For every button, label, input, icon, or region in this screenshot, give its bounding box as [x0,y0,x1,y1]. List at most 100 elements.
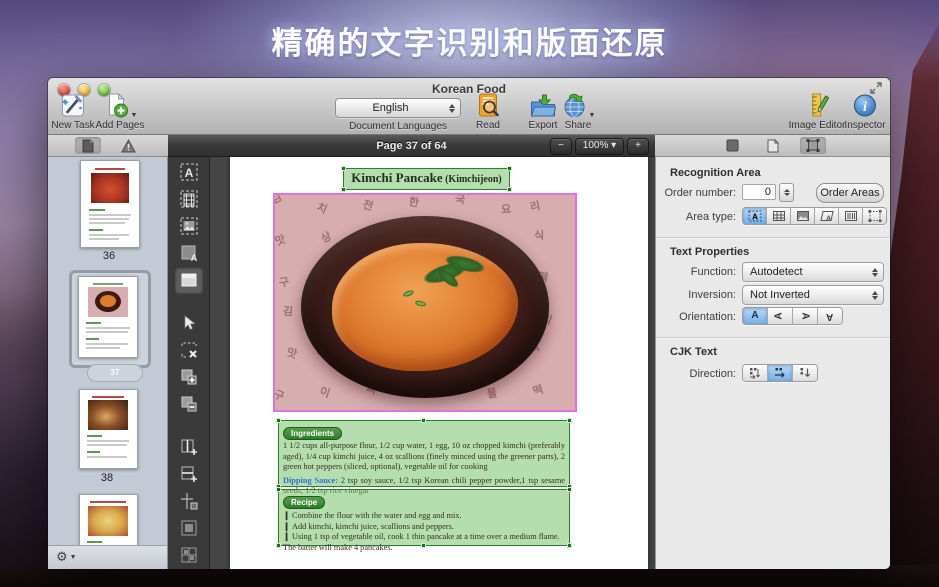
add-vertical-separator-tool[interactable] [175,434,203,460]
orientation-rotated-left[interactable]: A [768,308,793,324]
export-icon [529,92,558,119]
add-area-part-tool[interactable] [175,364,203,390]
tab-page-properties[interactable] [760,137,786,154]
gear-icon[interactable]: ⚙ [56,551,68,564]
delete-area-tool[interactable] [175,337,203,363]
function-dropdown[interactable]: Autodetect [742,262,884,282]
cjk-direction-auto[interactable] [743,365,768,381]
draw-text-area-tool[interactable]: A [175,159,203,185]
image-editor-icon [803,92,830,119]
merge-table-cells-tool[interactable] [175,515,203,541]
ingredients-text: 1 1/2 cups all-purpose flour, 1/2 cup wa… [283,441,565,473]
select-areas-tool[interactable] [175,310,203,336]
gear-caret-icon[interactable]: ▼ [70,554,77,561]
orientation-upside-down[interactable]: A [818,308,842,324]
tab-warnings[interactable] [115,137,141,154]
svg-text:i: i [863,100,867,115]
share-button[interactable]: ▼ Share [561,92,596,131]
thumbnail-page-36[interactable] [80,160,140,248]
new-task-icon [59,92,86,119]
area-type-barcode[interactable] [839,208,863,224]
zoom-in-button[interactable]: + [627,138,649,155]
page-thumbnails-panel: 36 37 [48,157,168,545]
thumbnail-number-36: 36 [89,250,129,262]
hangul-pattern-char: 리 [528,197,541,215]
screenshot-stage: 精确的文字识别和版面还原 Korean Food Ne [0,0,939,587]
app-window: Korean Food New Task [48,78,890,569]
language-value: English [336,102,445,114]
hero-title: 精确的文字识别和版面还原 [0,18,939,63]
window-title: Korean Food [48,82,890,96]
pages-tab-icon [82,139,94,153]
tab-pages[interactable] [75,137,101,154]
thumbnail-page-37[interactable] [78,276,138,358]
add-pages-button[interactable]: ▼ Add Pages [96,92,145,131]
tab-image-properties[interactable] [720,137,746,154]
inversion-label: Inversion: [660,289,736,301]
sidebar-footer: ⚙ ▼ [48,545,168,569]
order-number-stepper[interactable] [779,183,794,202]
inspector-icon: i [851,92,878,119]
direction-label: Direction: [660,368,736,380]
area-type-label: Area type: [660,211,736,223]
order-number-input[interactable]: 0 [742,184,776,200]
document-page: Kimchi Pancake (Kimchijeon) 김치전한국요리맛상밥차림… [230,157,648,569]
area-type-recognition[interactable] [863,208,886,224]
thumbnail-number-37: 37 [87,364,143,382]
svg-text:A: A [190,253,197,263]
recognition-area-title: Recognition Area [670,167,761,179]
cjk-direction-vertical[interactable] [793,365,817,381]
area-type-picture[interactable] [791,208,815,224]
area-type-table[interactable] [767,208,791,224]
hangul-pattern-char: 구 [278,273,290,290]
hangul-pattern-char: 물 [486,384,499,402]
thumbnail-page-39[interactable] [79,494,138,545]
hangul-pattern-char: 구 [273,386,287,405]
read-button[interactable]: Read [475,92,502,131]
order-areas-button[interactable]: Order Areas [816,183,884,203]
area-tools-toolbar: A A [168,157,210,569]
area-type-text[interactable]: A [743,208,767,224]
window-titlebar: Korean Food New Task [48,78,890,135]
select-arrows-icon [868,288,881,302]
new-task-button[interactable]: New Task [51,92,94,131]
thumbnail-page-38[interactable] [79,389,138,469]
inversion-dropdown[interactable]: Not Inverted [742,285,884,305]
inspector-button[interactable]: i Inspector [844,92,885,131]
zoom-out-button[interactable]: − [550,138,572,155]
order-number-label: Order number: [660,187,736,199]
add-horizontal-separator-tool[interactable] [175,461,203,487]
draw-picture-area-tool[interactable] [175,213,203,239]
title-text-area[interactable]: Kimchi Pancake (Kimchijeon) [343,168,510,190]
hangul-pattern-char: 치 [314,199,330,218]
language-select[interactable]: English [335,98,461,118]
export-button[interactable]: Export [529,92,558,131]
orientation-rotated-right[interactable]: A [793,308,818,324]
hangul-pattern-char: 이 [318,383,333,401]
hangul-pattern-char: 식 [534,227,544,243]
draw-table-area-tool[interactable] [175,186,203,212]
area-type-background-picture[interactable]: A [815,208,839,224]
tab-area-properties[interactable] [800,137,826,154]
text-properties-title: Text Properties [670,246,749,258]
read-icon [475,92,502,119]
add-pages-icon [103,92,130,119]
function-label: Function: [660,266,736,278]
split-table-cells-tool[interactable] [175,542,203,568]
orientation-normal[interactable]: A [743,308,768,324]
draw-recognition-area-tool[interactable] [175,267,203,293]
zoom-level-button[interactable]: 100% ▾ [575,138,624,155]
recipe-title: Kimchi Pancake (Kimchijeon) [344,169,509,188]
remove-area-part-tool[interactable] [175,391,203,417]
recipe-text-area[interactable]: Recipe ❙Combine the flour with the water… [278,489,570,546]
document-languages-group: English Document Languages [335,98,461,132]
remove-separator-tool[interactable] [175,488,203,514]
draw-background-picture-area-tool[interactable]: A [175,240,203,266]
ingredients-text-area[interactable]: Ingredients 1 1/2 cups all-purpose flour… [278,420,570,487]
section-divider [656,337,890,338]
cjk-direction-horizontal[interactable] [768,365,793,381]
image-editor-button[interactable]: Image Editor [789,92,846,131]
recipe-photo-area[interactable]: 김치전한국요리맛상밥차림정식구이찌개나물떡김치전한국요리맛상밥차림정식구이찌개나… [273,193,577,412]
hangul-pattern-char: 한 [408,193,421,210]
wallpaper-water [0,290,50,587]
